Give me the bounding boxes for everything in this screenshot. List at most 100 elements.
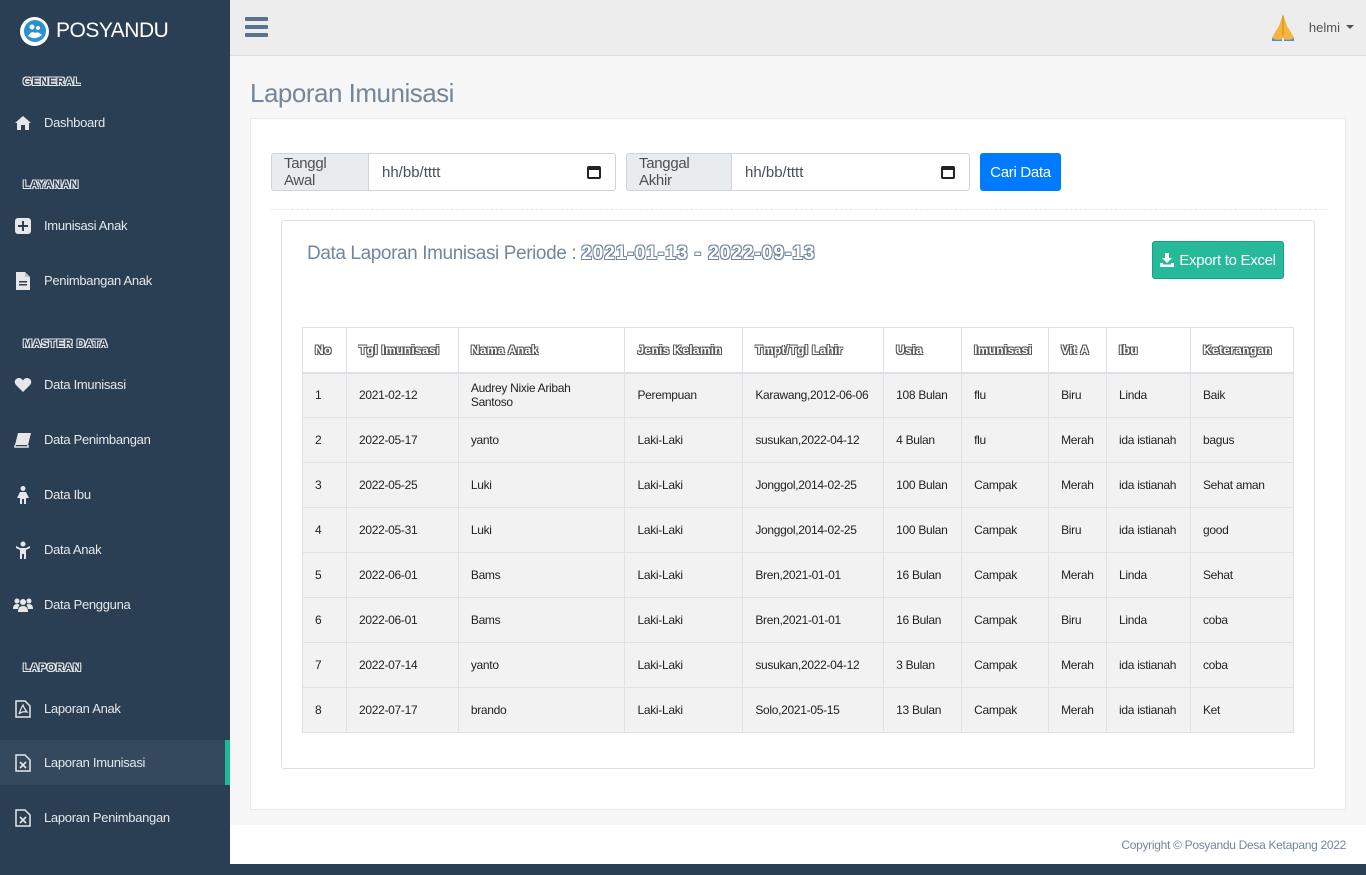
report-period: 2021-01-13 - 2022-09-13 — [581, 243, 816, 264]
sidebar-item-data-ibu[interactable]: Data Ibu — [0, 472, 230, 517]
report-panel: Tanggl Awal hh/bb/tttt Tanggal Akhir hh/… — [250, 118, 1346, 810]
user-avatar-icon — [1269, 12, 1297, 42]
column-header[interactable]: Ibu — [1106, 327, 1191, 374]
table-cell: Campak — [961, 552, 1050, 598]
table-row: 5 2022-06-01 Bams Laki-Laki Bren,2021-01-01 1… — [302, 552, 1295, 598]
sidebar-item-data-anak[interactable]: Data Anak — [0, 527, 230, 572]
table-cell: 8 — [302, 687, 347, 733]
table-cell: 2022-07-17 — [345, 687, 459, 733]
table-cell: 2022-06-01 — [345, 552, 459, 598]
table-cell: 3 — [302, 462, 347, 508]
table-cell: Campak — [961, 507, 1050, 553]
table-cell: Campak — [961, 462, 1050, 508]
search-data-button[interactable]: Cari Data — [980, 153, 1061, 191]
end-date-label: Tanggal Akhir — [626, 153, 731, 191]
calendar-icon[interactable] — [941, 165, 955, 179]
divider — [271, 209, 1327, 210]
table-cell: susukan,2022-04-12 — [742, 417, 885, 463]
table-cell: Baik — [1189, 372, 1295, 418]
table-row: 1 2021-02-12 Audrey Nixie Aribah Santoso Pe… — [302, 372, 1295, 418]
column-header[interactable]: Nama Anak — [457, 327, 626, 374]
table-cell: Laki-Laki — [624, 462, 744, 508]
column-header[interactable]: Keterangan — [1189, 327, 1295, 374]
sidebar-item-label: Dashboard — [44, 115, 105, 130]
sidebar-item-penimbangan-anak[interactable]: Penimbangan Anak — [0, 258, 230, 303]
section-title-laporan: LAPORAN — [23, 662, 82, 674]
sidebar-item-label: Data Penimbangan — [44, 432, 151, 447]
sidebar-item-laporan-anak[interactable]: Laporan Anak — [0, 686, 230, 731]
home-icon — [13, 113, 33, 133]
report-title-text: Data Laporan Imunisasi Periode : — [307, 243, 577, 264]
sidebar-item-data-imunisasi[interactable]: Data Imunisasi — [0, 362, 230, 407]
menu-toggle-icon[interactable] — [245, 17, 268, 37]
female-icon — [13, 485, 33, 505]
table-cell: 100 Bulan — [883, 462, 963, 508]
sidebar: POSYANDU GENERAL Dashboard LAYANAN Imuni… — [0, 0, 230, 875]
table-cell: Campak — [961, 597, 1050, 643]
report-title: Data Laporan Imunisasi Periode : 2021-01… — [307, 243, 815, 265]
column-header[interactable]: No — [302, 327, 347, 374]
sidebar-item-label: Data Anak — [44, 542, 102, 557]
table-cell: ida istianah — [1106, 417, 1191, 463]
brand-name: POSYANDU — [56, 19, 169, 42]
sidebar-item-laporan-penimbangan[interactable]: Laporan Penimbangan — [0, 795, 230, 840]
table-cell: 5 — [302, 552, 347, 598]
file-text-icon — [13, 271, 33, 291]
sidebar-item-imunisasi-anak[interactable]: Imunisasi Anak — [0, 203, 230, 248]
sidebar-item-label: Laporan Penimbangan — [44, 810, 170, 825]
chevron-down-icon — [1346, 25, 1354, 29]
table-row: 2 2022-05-17 yanto Laki-Laki susukan,2022-04… — [302, 417, 1295, 463]
export-excel-button[interactable]: Export to Excel — [1152, 241, 1284, 279]
file-pdf-icon — [13, 699, 33, 719]
export-label: Export to Excel — [1179, 251, 1276, 269]
plus-square-icon — [13, 216, 33, 236]
table-cell: Biru — [1048, 372, 1108, 418]
table-cell: ida istianah — [1106, 507, 1191, 553]
calendar-icon[interactable] — [587, 165, 601, 179]
start-date-label: Tanggl Awal — [271, 153, 368, 191]
table-cell: Bams — [457, 597, 626, 643]
heart-icon — [13, 375, 33, 395]
table-cell: Linda — [1106, 372, 1191, 418]
table-cell: Merah — [1048, 552, 1108, 598]
table-cell: yanto — [457, 642, 626, 688]
sidebar-item-label: Laporan Imunisasi — [44, 755, 146, 770]
table-cell: yanto — [457, 417, 626, 463]
table-row: 6 2022-06-01 Bams Laki-Laki Bren,2021-01-01 1… — [302, 597, 1295, 643]
sidebar-item-dashboard[interactable]: Dashboard — [0, 100, 230, 145]
table-cell: Merah — [1048, 417, 1108, 463]
sidebar-item-label: Data Pengguna — [44, 597, 131, 612]
table-cell: Linda — [1106, 597, 1191, 643]
table-cell: 4 — [302, 507, 347, 553]
table-cell: bagus — [1189, 417, 1295, 463]
column-header[interactable]: Tgl Imunisasi — [345, 327, 459, 374]
start-date-input[interactable]: hh/bb/tttt — [368, 153, 616, 191]
table-cell: 3 Bulan — [883, 642, 963, 688]
table-cell: Bren,2021-01-01 — [742, 597, 885, 643]
column-header[interactable]: Usia — [883, 327, 963, 374]
sidebar-item-label: Laporan Anak — [44, 701, 121, 716]
column-header[interactable]: Imunisasi — [961, 327, 1050, 374]
table-cell: coba — [1189, 597, 1295, 643]
sidebar-item-data-pengguna[interactable]: Data Pengguna — [0, 582, 230, 627]
section-title-master-data: MASTER DATA — [23, 338, 109, 350]
end-date-input[interactable]: hh/bb/tttt — [731, 153, 970, 191]
table-cell: 2 — [302, 417, 347, 463]
sidebar-item-label: Data Imunisasi — [44, 377, 126, 392]
sidebar-item-laporan-imunisasi[interactable]: Laporan Imunisasi — [0, 740, 230, 785]
book-icon — [13, 430, 33, 450]
table-cell: Laki-Laki — [624, 597, 744, 643]
brand[interactable]: POSYANDU — [0, 0, 230, 62]
column-header[interactable]: Vit A — [1048, 327, 1108, 374]
table-cell: 2022-05-17 — [345, 417, 459, 463]
user-menu[interactable]: helmi — [1269, 12, 1354, 42]
table-cell: 108 Bulan — [883, 372, 963, 418]
column-header[interactable]: Tmpt/Tgl Lahir — [742, 327, 885, 374]
table-cell: Laki-Laki — [624, 552, 744, 598]
sidebar-item-data-penimbangan[interactable]: Data Penimbangan — [0, 417, 230, 462]
table-cell: Karawang,2012-06-06 — [742, 372, 885, 418]
table-cell: Campak — [961, 642, 1050, 688]
column-header[interactable]: Jenis Kelamin — [624, 327, 744, 374]
download-icon — [1160, 253, 1175, 267]
table-cell: 7 — [302, 642, 347, 688]
